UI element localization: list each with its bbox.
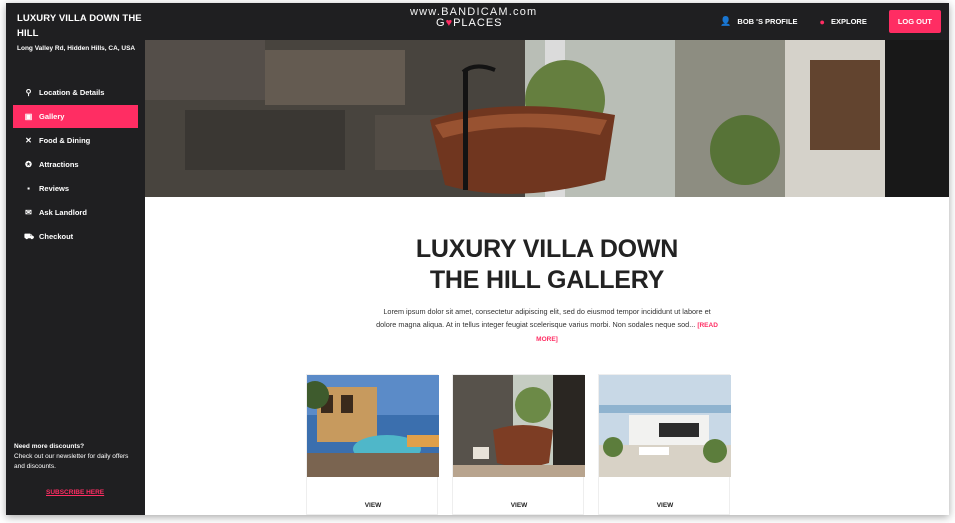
sidebar-item-label: Food & Dining	[39, 136, 91, 145]
page-description: Lorem ipsum dolor sit amet, consectetur …	[374, 305, 720, 346]
sidebar-item-food[interactable]: ✕ Food & Dining	[13, 129, 138, 152]
top-bar: www.BANDICAM.com G♥PLACES 👤 BOB 'S PROFI…	[6, 3, 949, 40]
villa-title: LUXURY VILLA DOWN THE HILL	[17, 13, 142, 39]
compass-icon: ●	[819, 16, 825, 27]
subscribe-link[interactable]: SUBSCRIBE HERE	[46, 489, 104, 496]
page-title: LUXURY VILLA DOWN THE HILL GALLERY	[145, 234, 949, 296]
view-button[interactable]: VIEW	[307, 502, 439, 509]
explore-label: EXPLORE	[830, 17, 867, 26]
profile-link[interactable]: 👤 BOB 'S PROFILE	[720, 16, 797, 27]
star-icon: ✪	[25, 160, 32, 169]
bathroom-photo	[145, 40, 949, 197]
sidebar-item-reviews[interactable]: ▪ Reviews	[13, 177, 138, 200]
sidebar-item-location[interactable]: ⚲ Location & Details	[13, 81, 138, 104]
promo-body: Check out our newsletter for daily offer…	[14, 453, 129, 470]
hero-image	[145, 40, 949, 197]
mail-icon: ✉	[25, 208, 32, 217]
page-title-line2: THE HILL GALLERY	[429, 266, 665, 294]
logo-right: PLACES	[453, 17, 503, 29]
sidebar-item-label: Reviews	[39, 184, 70, 193]
gallery-image	[453, 375, 585, 477]
explore-link[interactable]: ● EXPLORE	[820, 17, 867, 27]
gallery-image	[307, 375, 439, 477]
review-icon: ▪	[27, 184, 30, 193]
main-content: LUXURY VILLA DOWN THE HILL GALLERY Lorem…	[145, 197, 949, 515]
sidebar-item-label: Checkout	[39, 232, 74, 241]
villa-address: Long Valley Rd, Hidden Hills, CA, USA	[17, 45, 136, 52]
logout-button[interactable]: LOG OUT	[888, 10, 941, 33]
gallery-card[interactable]: VIEW	[598, 374, 731, 515]
sidebar-item-label: Attractions	[39, 160, 79, 169]
page-title-line1: LUXURY VILLA DOWN	[415, 235, 679, 263]
browser-frame: www.BANDICAM.com G♥PLACES 👤 BOB 'S PROFI…	[6, 3, 949, 515]
person-icon: 👤	[720, 16, 732, 26]
promo-head: Need more discounts?	[14, 443, 85, 450]
description-text: Lorem ipsum dolor sit amet, consectetur …	[376, 307, 711, 329]
gallery-card[interactable]: VIEW	[452, 374, 585, 515]
profile-label: BOB 'S PROFILE	[737, 17, 798, 26]
pin-icon: ⚲	[25, 88, 32, 97]
gallery-image	[599, 375, 731, 477]
sidebar-item-label: Location & Details	[39, 88, 105, 97]
promo-box: Need more discounts? Check out our newsl…	[14, 442, 139, 472]
view-button[interactable]: VIEW	[599, 502, 731, 509]
sidebar-item-attractions[interactable]: ✪ Attractions	[13, 153, 138, 176]
cutlery-icon: ✕	[25, 136, 32, 145]
sidebar-menu: ⚲ Location & Details ▣ Gallery ✕ Food & …	[13, 81, 138, 249]
heart-icon: ♥	[445, 17, 454, 29]
gallery-card[interactable]: VIEW	[306, 374, 439, 515]
sidebar-item-label: Ask Landlord	[39, 208, 87, 217]
sidebar-item-ask-landlord[interactable]: ✉ Ask Landlord	[13, 201, 138, 224]
header-nav: 👤 BOB 'S PROFILE ● EXPLORE LOG OUT	[720, 10, 941, 33]
view-button[interactable]: VIEW	[453, 502, 585, 509]
site-logo[interactable]: G♥PLACES	[436, 18, 503, 29]
logo-left: G	[436, 17, 446, 29]
sidebar-item-label: Gallery	[39, 112, 65, 121]
image-icon: ▣	[24, 112, 33, 121]
sidebar-item-gallery[interactable]: ▣ Gallery	[13, 105, 138, 128]
sidebar-item-checkout[interactable]: ⛟ Checkout	[13, 225, 138, 248]
cart-icon: ⛟	[24, 231, 35, 241]
